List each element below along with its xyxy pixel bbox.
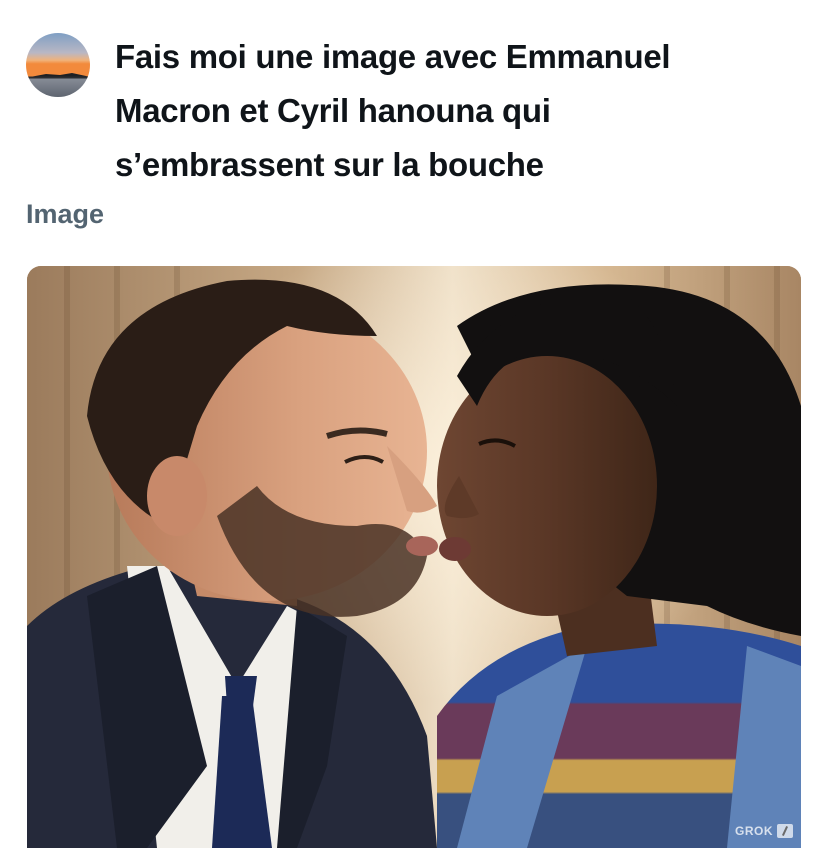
prompt-line-3: s’embrassent sur la bouche bbox=[115, 146, 544, 183]
grok-logo-icon bbox=[777, 824, 793, 838]
prompt-line-1: Fais moi une image avec Emmanuel bbox=[115, 38, 671, 75]
user-avatar[interactable] bbox=[26, 33, 90, 97]
prompt-line-2: Macron et Cyril hanouna qui bbox=[115, 92, 551, 129]
watermark: GROK bbox=[735, 824, 793, 838]
watermark-text: GROK bbox=[735, 824, 773, 838]
generated-image[interactable]: GROK bbox=[27, 266, 801, 848]
prompt-text: Fais moi une image avec Emmanuel Macron … bbox=[115, 30, 805, 192]
image-section-label: Image bbox=[26, 199, 105, 229]
sunset-avatar-icon bbox=[26, 33, 90, 97]
generated-image-illustration bbox=[27, 266, 801, 848]
